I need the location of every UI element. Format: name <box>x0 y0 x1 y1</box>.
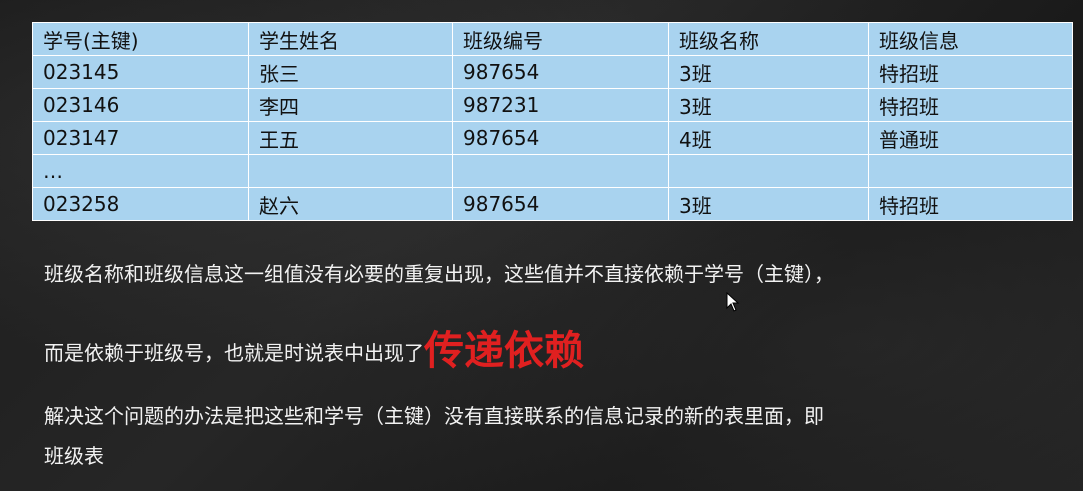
table-cell: 023147 <box>32 121 249 155</box>
table-row: 023258 赵六 987654 3班 特招班 <box>32 187 1073 221</box>
table-row: 023145 张三 987654 3班 特招班 <box>32 55 1073 89</box>
header-student-name: 学生姓名 <box>248 22 453 56</box>
table-cell <box>868 154 1073 188</box>
table-cell: 赵六 <box>248 187 453 221</box>
table-cell: 王五 <box>248 121 453 155</box>
table-cell <box>452 154 669 188</box>
header-class-name: 班级名称 <box>668 22 869 56</box>
table-cell: 023145 <box>32 55 249 89</box>
explanation-line-4: 班级表 <box>44 444 104 468</box>
explanation-line-3: 解决这个问题的办法是把这些和学号（主键）没有直接联系的信息记录的新的表里面，即 <box>44 404 824 428</box>
table-cell: 特招班 <box>868 88 1073 122</box>
table-cell: 987654 <box>452 121 669 155</box>
explanation-line-2-prefix: 而是依赖于班级号，也就是时说表中出现了 <box>44 341 424 365</box>
table-cell: 普通班 <box>868 121 1073 155</box>
table-row: 023147 王五 987654 4班 普通班 <box>32 121 1073 155</box>
explanation-line-2: 而是依赖于班级号，也就是时说表中出现了传递依赖 <box>44 318 584 376</box>
table-cell: 987231 <box>452 88 669 122</box>
table-row-ellipsis: … <box>32 154 1073 188</box>
table-cell: 特招班 <box>868 187 1073 221</box>
explanation-line-1: 班级名称和班级信息这一组值没有必要的重复出现，这些值并不直接依赖于学号（主键）， <box>44 262 834 286</box>
table-cell: 李四 <box>248 88 453 122</box>
table-cell: 023146 <box>32 88 249 122</box>
table-cell: 023258 <box>32 187 249 221</box>
student-class-table: 学号(主键) 学生姓名 班级编号 班级名称 班级信息 023145 张三 987… <box>32 22 1073 221</box>
header-class-id: 班级编号 <box>452 22 669 56</box>
slide: 学号(主键) 学生姓名 班级编号 班级名称 班级信息 023145 张三 987… <box>0 0 1083 491</box>
transitive-dependency-highlight: 传递依赖 <box>424 327 584 374</box>
table-cell: … <box>32 154 249 188</box>
table-cell <box>668 154 869 188</box>
mouse-cursor-icon <box>726 292 740 312</box>
table-cell: 张三 <box>248 55 453 89</box>
header-class-info: 班级信息 <box>868 22 1073 56</box>
table-cell: 987654 <box>452 187 669 221</box>
table-cell: 特招班 <box>868 55 1073 89</box>
table-cell <box>248 154 453 188</box>
table-cell: 3班 <box>668 187 869 221</box>
header-student-id: 学号(主键) <box>32 22 249 56</box>
table-row: 023146 李四 987231 3班 特招班 <box>32 88 1073 122</box>
table-cell: 3班 <box>668 55 869 89</box>
table-header-row: 学号(主键) 学生姓名 班级编号 班级名称 班级信息 <box>32 22 1073 56</box>
table-cell: 987654 <box>452 55 669 89</box>
data-table-container: 学号(主键) 学生姓名 班级编号 班级名称 班级信息 023145 张三 987… <box>32 22 1073 221</box>
table-cell: 3班 <box>668 88 869 122</box>
table-cell: 4班 <box>668 121 869 155</box>
